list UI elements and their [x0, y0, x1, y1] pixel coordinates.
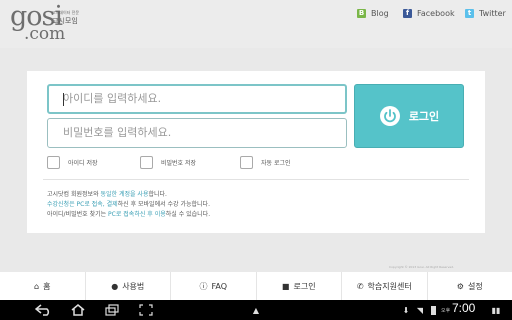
- screenshot-button[interactable]: [134, 303, 158, 317]
- note-highlight: PC로 접속하신 후 이용: [108, 211, 166, 218]
- save-id-label: 아이디 저장: [68, 160, 98, 167]
- nav-support[interactable]: ✆ 학습지원센터: [342, 272, 428, 300]
- note-text: 합니다.: [148, 191, 167, 198]
- home-icon: [71, 304, 85, 316]
- ampm-label: 오후: [441, 308, 451, 314]
- download-icon: ⬇: [402, 305, 410, 315]
- clock: 7:00: [452, 301, 476, 315]
- nav-home[interactable]: ⌂ 홈: [0, 272, 86, 300]
- save-password-label: 비밀번호 저장: [161, 160, 197, 167]
- phone-icon: ✆: [356, 281, 364, 291]
- save-id-checkbox[interactable]: 아이디 저장: [47, 156, 98, 169]
- id-placeholder: 아이디를 입력하세요.: [63, 92, 162, 105]
- home-nav-button[interactable]: [66, 303, 90, 317]
- nav-faq-label: FAQ: [211, 281, 228, 291]
- nav-login-label: 로그인: [293, 281, 316, 291]
- note-line: 수강신청은 PC로 접속, 결제하신 후 모바일에서 수강 가능합니다.: [47, 200, 210, 210]
- login-button[interactable]: 로그인: [354, 84, 464, 148]
- note-text: 하신 후 모바일에서 수강 가능합니다.: [117, 201, 210, 208]
- battery-icon: [430, 305, 436, 315]
- note-text: 아이디/비밀번호 찾기는: [47, 211, 109, 218]
- battery-status: [428, 303, 438, 317]
- save-password-checkbox[interactable]: 비밀번호 저장: [140, 156, 196, 169]
- recent-apps-button[interactable]: [100, 303, 124, 317]
- checkbox-box[interactable]: [240, 156, 253, 169]
- back-icon: [35, 304, 50, 316]
- twitter-label: Twitter: [479, 8, 506, 18]
- gosi-logo[interactable]: gosi .com 고시데이터 전문 고시모임: [10, 1, 80, 44]
- checkbox-box[interactable]: [140, 156, 153, 169]
- copyright-text: Copyright © 2013 Gosi. All Right Reserve…: [389, 265, 455, 269]
- notification-status[interactable]: ▮▮: [486, 303, 506, 317]
- facebook-label: Facebook: [417, 8, 455, 18]
- lock-icon: ■: [281, 281, 290, 291]
- nav-support-label: 학습지원센터: [367, 281, 412, 291]
- recent-apps-icon: [105, 304, 119, 316]
- id-input[interactable]: 아이디를 입력하세요.: [47, 84, 347, 114]
- divider: [43, 179, 469, 180]
- nav-login[interactable]: ■ 로그인: [257, 272, 342, 300]
- facebook-icon: f: [403, 8, 412, 18]
- facebook-link[interactable]: f Facebook: [403, 6, 455, 20]
- download-status: ⬇: [400, 303, 412, 317]
- app-header: gosi .com 고시데이터 전문 고시모임 B Blog f Faceboo…: [0, 0, 512, 48]
- nav-home-label: 홈: [43, 281, 51, 291]
- logo-com-text: .com: [24, 24, 66, 44]
- note-highlight: 동일한 계정을 사용: [100, 191, 149, 198]
- chevron-up-icon: ▲: [252, 305, 260, 315]
- twitter-link[interactable]: t Twitter: [465, 6, 506, 20]
- back-button[interactable]: [32, 303, 56, 317]
- blog-link[interactable]: B Blog: [357, 6, 389, 20]
- note-highlight: 수강신청은 PC로 접속, 결제: [47, 201, 118, 208]
- note-text: 하실 수 있습니다.: [165, 211, 211, 218]
- screenshot-icon: [139, 304, 153, 316]
- nav-usage[interactable]: ● 사용법: [86, 272, 171, 300]
- checkbox-box[interactable]: [47, 156, 60, 169]
- signal-icon: ▮▮: [491, 305, 501, 315]
- note-text: 고시닷컴 회원정보와: [47, 191, 101, 198]
- wifi-icon: ◥: [416, 305, 424, 315]
- blog-label: Blog: [371, 8, 389, 18]
- home-icon: ⌂: [34, 281, 40, 291]
- note-line: 고시닷컴 회원정보와 동일한 계정을 사용합니다.: [47, 190, 210, 200]
- logo-brand: 고시모임: [52, 17, 78, 25]
- blog-icon: B: [357, 8, 366, 18]
- password-placeholder: 비밀번호를 입력하세요.: [63, 126, 172, 139]
- bottom-nav: ⌂ 홈 ● 사용법 ⓘ FAQ ■ 로그인 ✆ 학습지원센터 ⚙ 설정: [0, 272, 512, 300]
- chat-icon: ●: [111, 281, 119, 291]
- auto-login-label: 자동 로그인: [261, 160, 291, 167]
- nav-settings[interactable]: ⚙ 설정: [428, 272, 512, 300]
- info-icon: ⓘ: [199, 281, 208, 291]
- nav-faq[interactable]: ⓘ FAQ: [171, 272, 257, 300]
- system-bar: ▲ ⬇ ◥ 오후 7:00 ▮▮: [0, 300, 512, 320]
- login-button-label: 로그인: [408, 110, 440, 123]
- wifi-status: ◥: [414, 303, 426, 317]
- nav-settings-label: 설정: [467, 281, 483, 291]
- auto-login-checkbox[interactable]: 자동 로그인: [240, 156, 291, 169]
- gear-icon: ⚙: [456, 281, 464, 291]
- nav-usage-label: 사용법: [122, 281, 145, 291]
- twitter-icon: t: [465, 8, 474, 18]
- login-notes: 고시닷컴 회원정보와 동일한 계정을 사용합니다. 수강신청은 PC로 접속, …: [47, 190, 210, 220]
- note-line: 아이디/비밀번호 찾기는 PC로 접속하신 후 이용하실 수 있습니다.: [47, 210, 210, 220]
- text-caret: [63, 93, 64, 106]
- login-card: 아이디를 입력하세요. 비밀번호를 입력하세요. 로그인 아이디 저장 비밀번호…: [27, 71, 485, 233]
- keyboard-hide-button[interactable]: ▲: [248, 303, 264, 317]
- password-input[interactable]: 비밀번호를 입력하세요.: [47, 118, 347, 148]
- power-icon: [379, 106, 400, 126]
